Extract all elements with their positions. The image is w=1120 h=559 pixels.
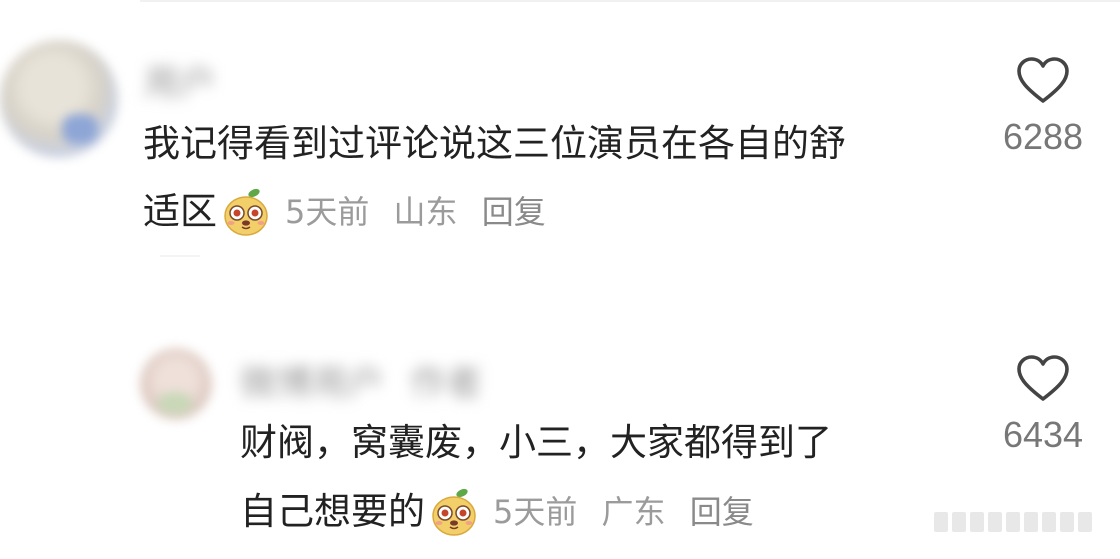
watermark: [934, 512, 1114, 532]
comment-location: 广东: [601, 493, 666, 531]
username-text: 微博用户: [240, 363, 385, 404]
reply-button[interactable]: 回复: [482, 193, 546, 231]
comment-text-line: 我记得看到过评论说这三位演员在各自的舒: [143, 122, 846, 165]
heart-icon: [1017, 57, 1069, 103]
comment-text: 自己想要的: [240, 490, 425, 533]
divider: [160, 255, 200, 257]
comment-text-line: 财阀，窝囊废，小三，大家都得到了: [240, 421, 832, 464]
like-count: 6434: [1002, 414, 1084, 455]
avatar[interactable]: [140, 348, 212, 420]
like-count: 6288: [1002, 116, 1084, 157]
top-divider: [140, 0, 1120, 2]
comment-location: 山东: [393, 193, 458, 231]
heart-icon: [1017, 355, 1069, 401]
reply-button[interactable]: 回复: [690, 493, 754, 531]
username[interactable]: 微博用户 作者: [240, 354, 482, 406]
like-button[interactable]: 6434: [988, 354, 1098, 456]
comment-text: 适区: [143, 190, 217, 233]
comment-text-line: 适区 5天前 山东 回复: [143, 178, 560, 246]
comment-meta: 5天前 广东 回复: [493, 478, 768, 546]
dog-face-emoji-icon: [429, 487, 479, 537]
avatar[interactable]: [0, 40, 118, 158]
like-button[interactable]: 6288: [988, 56, 1098, 158]
dog-face-emoji-icon: [221, 187, 271, 237]
username[interactable]: 用户: [144, 54, 216, 106]
author-tag: 作者: [410, 363, 483, 404]
comment-meta: 5天前 山东 回复: [285, 178, 560, 246]
comment-text-line: 自己想要的 5天前 广东 回复: [240, 478, 768, 546]
comment-time: 5天前: [493, 493, 578, 531]
comment-time: 5天前: [285, 193, 370, 231]
